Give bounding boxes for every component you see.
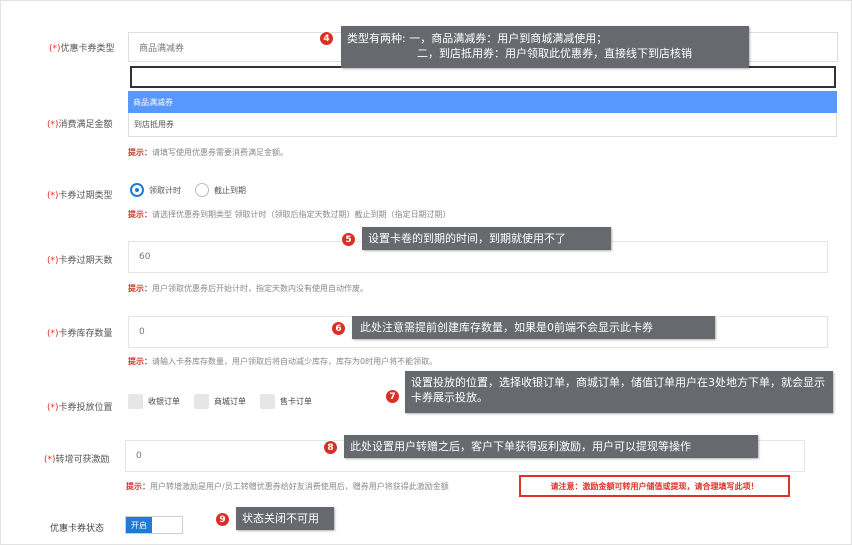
annotation-badge: 6 (331, 321, 346, 336)
annotation-tooltip-6: 此处注意需提前创建库存数量，如果是0前端不会显示此卡券 (352, 316, 715, 339)
min-amount-hint: 提示：请填写使用优惠券需要消费满足金额。 (128, 148, 288, 157)
status-toggle[interactable]: 开启 (125, 516, 183, 534)
checkbox-card-order[interactable]: 售卡订单 (260, 393, 312, 409)
radio-claim-timing[interactable]: 领取计时 (130, 182, 181, 198)
checkbox-mall-order[interactable]: 商城订单 (194, 393, 246, 409)
status-label: 优惠卡券状态 (50, 524, 105, 534)
expiry-days-label: (*)卡券过期天数 (47, 256, 113, 266)
annotation-badge: 8 (323, 440, 338, 455)
checkbox-icon (260, 393, 275, 409)
checkbox-icon (194, 393, 209, 409)
coupon-type-option[interactable]: 到店抵用券 (128, 113, 837, 137)
coupon-type-label: (*)优惠卡券类型 (49, 44, 115, 54)
stock-hint: 提示：请输入卡券库存数量，用户领取后将自动减少库存，库存为0时用户将不能领取。 (128, 357, 438, 366)
expiry-type-label: (*)卡券过期类型 (47, 191, 113, 201)
checkbox-icon (128, 393, 143, 409)
coupon-type-option[interactable]: 商品满减券 (128, 91, 837, 113)
annotation-tooltip-9: 状态关闭不可用 (236, 507, 334, 530)
radio-unchecked-icon (195, 183, 209, 197)
annotation-badge: 9 (215, 512, 230, 527)
expiry-days-hint: 提示：用户领取优惠券后开始计时，指定天数内没有使用自动作废。 (128, 284, 368, 293)
checkbox-cashier-order[interactable]: 收银订单 (128, 393, 180, 409)
coupon-type-search-input[interactable] (130, 66, 836, 88)
annotation-tooltip-5: 设置卡卷的到期的时间，到期就使用不了 (362, 227, 611, 250)
annotation-badge: 7 (385, 389, 400, 404)
stock-label: (*)卡券库存数量 (47, 329, 113, 339)
transfer-reward-warning: 请注意：激励金额可转用户储值或提现，请合理填写此项！ (519, 475, 790, 497)
transfer-reward-hint: 提示：用户转增激励是用户/员工转赠优惠券给好友消费使用后，赠券用户将获得此激励金… (126, 482, 449, 491)
annotation-badge: 5 (341, 232, 356, 247)
annotation-tooltip-8: 此处设置用户转赠之后，客户下单获得返利激励，用户可以提现等操作 (344, 435, 758, 458)
radio-checked-icon (130, 183, 144, 197)
placement-label: (*)卡券投放位置 (47, 403, 113, 413)
annotation-tooltip-7: 设置投放的位置，选择收银订单，商城订单，储值订单用户在3处地方下单，就会显示卡券… (405, 371, 833, 413)
min-amount-label: (*)消费满足金额 (47, 120, 113, 130)
expiry-type-hint: 提示：请选择优惠券到期类型 领取计时（领取后指定天数过期）截止到期（指定日期过期… (128, 210, 451, 219)
transfer-reward-label: (*)转增可获激励 (44, 455, 110, 465)
annotation-tooltip-4: 类型有两种: 一，商品满减券：用户到商城满减使用； 二，到店抵用券：用户领取此优… (341, 26, 749, 68)
radio-deadline[interactable]: 截止到期 (195, 182, 246, 198)
annotation-badge: 4 (319, 31, 334, 46)
